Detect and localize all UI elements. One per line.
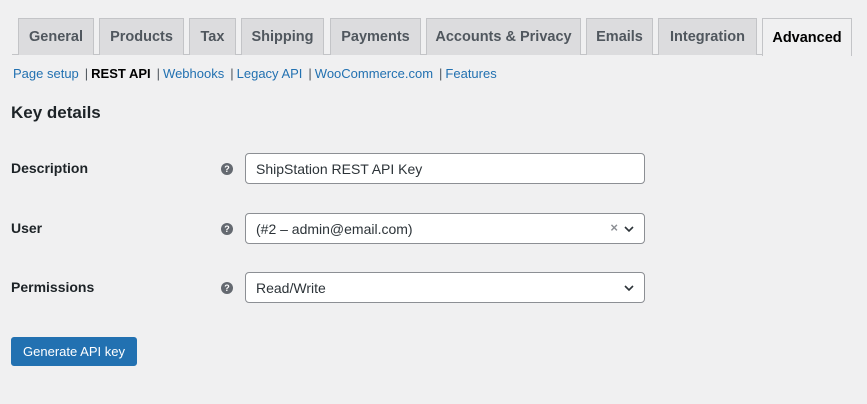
subnav-legacy-api[interactable]: Legacy API [237, 66, 303, 81]
tab-accounts-privacy[interactable]: Accounts & Privacy [426, 18, 581, 55]
tab-integration[interactable]: Integration [658, 18, 757, 55]
permissions-value: Read/Write [256, 279, 326, 296]
description-input[interactable]: ShipStation REST API Key [245, 153, 645, 184]
permissions-select[interactable]: Read/Write [245, 272, 645, 303]
subnav: Page setup | REST API | Webhooks | Legacy API |… [13, 66, 497, 81]
tab-tax[interactable]: Tax [189, 18, 236, 55]
separator: | [156, 66, 161, 81]
permissions-row: Permissions ? Read/Write [11, 272, 651, 304]
chevron-down-icon [624, 285, 634, 292]
description-label: Description [11, 160, 89, 176]
separator: | [308, 66, 312, 81]
subnav-rest-api[interactable]: REST API [91, 66, 150, 81]
tab-general[interactable]: General [18, 18, 94, 55]
section-title: Key details [11, 103, 101, 122]
tab-emails[interactable]: Emails [586, 18, 653, 55]
tab-advanced[interactable]: Advanced [762, 18, 852, 56]
settings-tabs: General Products Tax Shipping Payments A… [12, 18, 852, 56]
separator: | [439, 66, 443, 81]
separator: | [230, 66, 234, 81]
subnav-page-setup[interactable]: Page setup [13, 66, 79, 81]
subnav-features[interactable]: Features [445, 66, 496, 81]
user-label: User [11, 220, 43, 236]
user-value: (#2 – admin@email.com) [256, 220, 413, 237]
description-row: Description ? ShipStation REST API Key [11, 153, 651, 185]
subnav-webhooks[interactable]: Webhooks [163, 66, 224, 81]
generate-api-key-button[interactable]: Generate API key [11, 337, 137, 366]
clear-icon[interactable]: × [610, 220, 618, 235]
tab-shipping[interactable]: Shipping [241, 18, 324, 55]
help-icon[interactable]: ? [221, 282, 233, 294]
help-icon[interactable]: ? [221, 163, 233, 175]
subnav-woocommerce-com[interactable]: WooCommerce.com [315, 66, 433, 81]
permissions-label: Permissions [11, 279, 95, 295]
tab-products[interactable]: Products [99, 18, 184, 55]
separator: | [84, 66, 89, 81]
user-select[interactable]: (#2 – admin@email.com) × [245, 213, 645, 244]
user-row: User ? (#2 – admin@email.com) × [11, 213, 651, 245]
tab-payments[interactable]: Payments [330, 18, 421, 55]
chevron-down-icon [624, 226, 634, 233]
help-icon[interactable]: ? [221, 223, 233, 235]
